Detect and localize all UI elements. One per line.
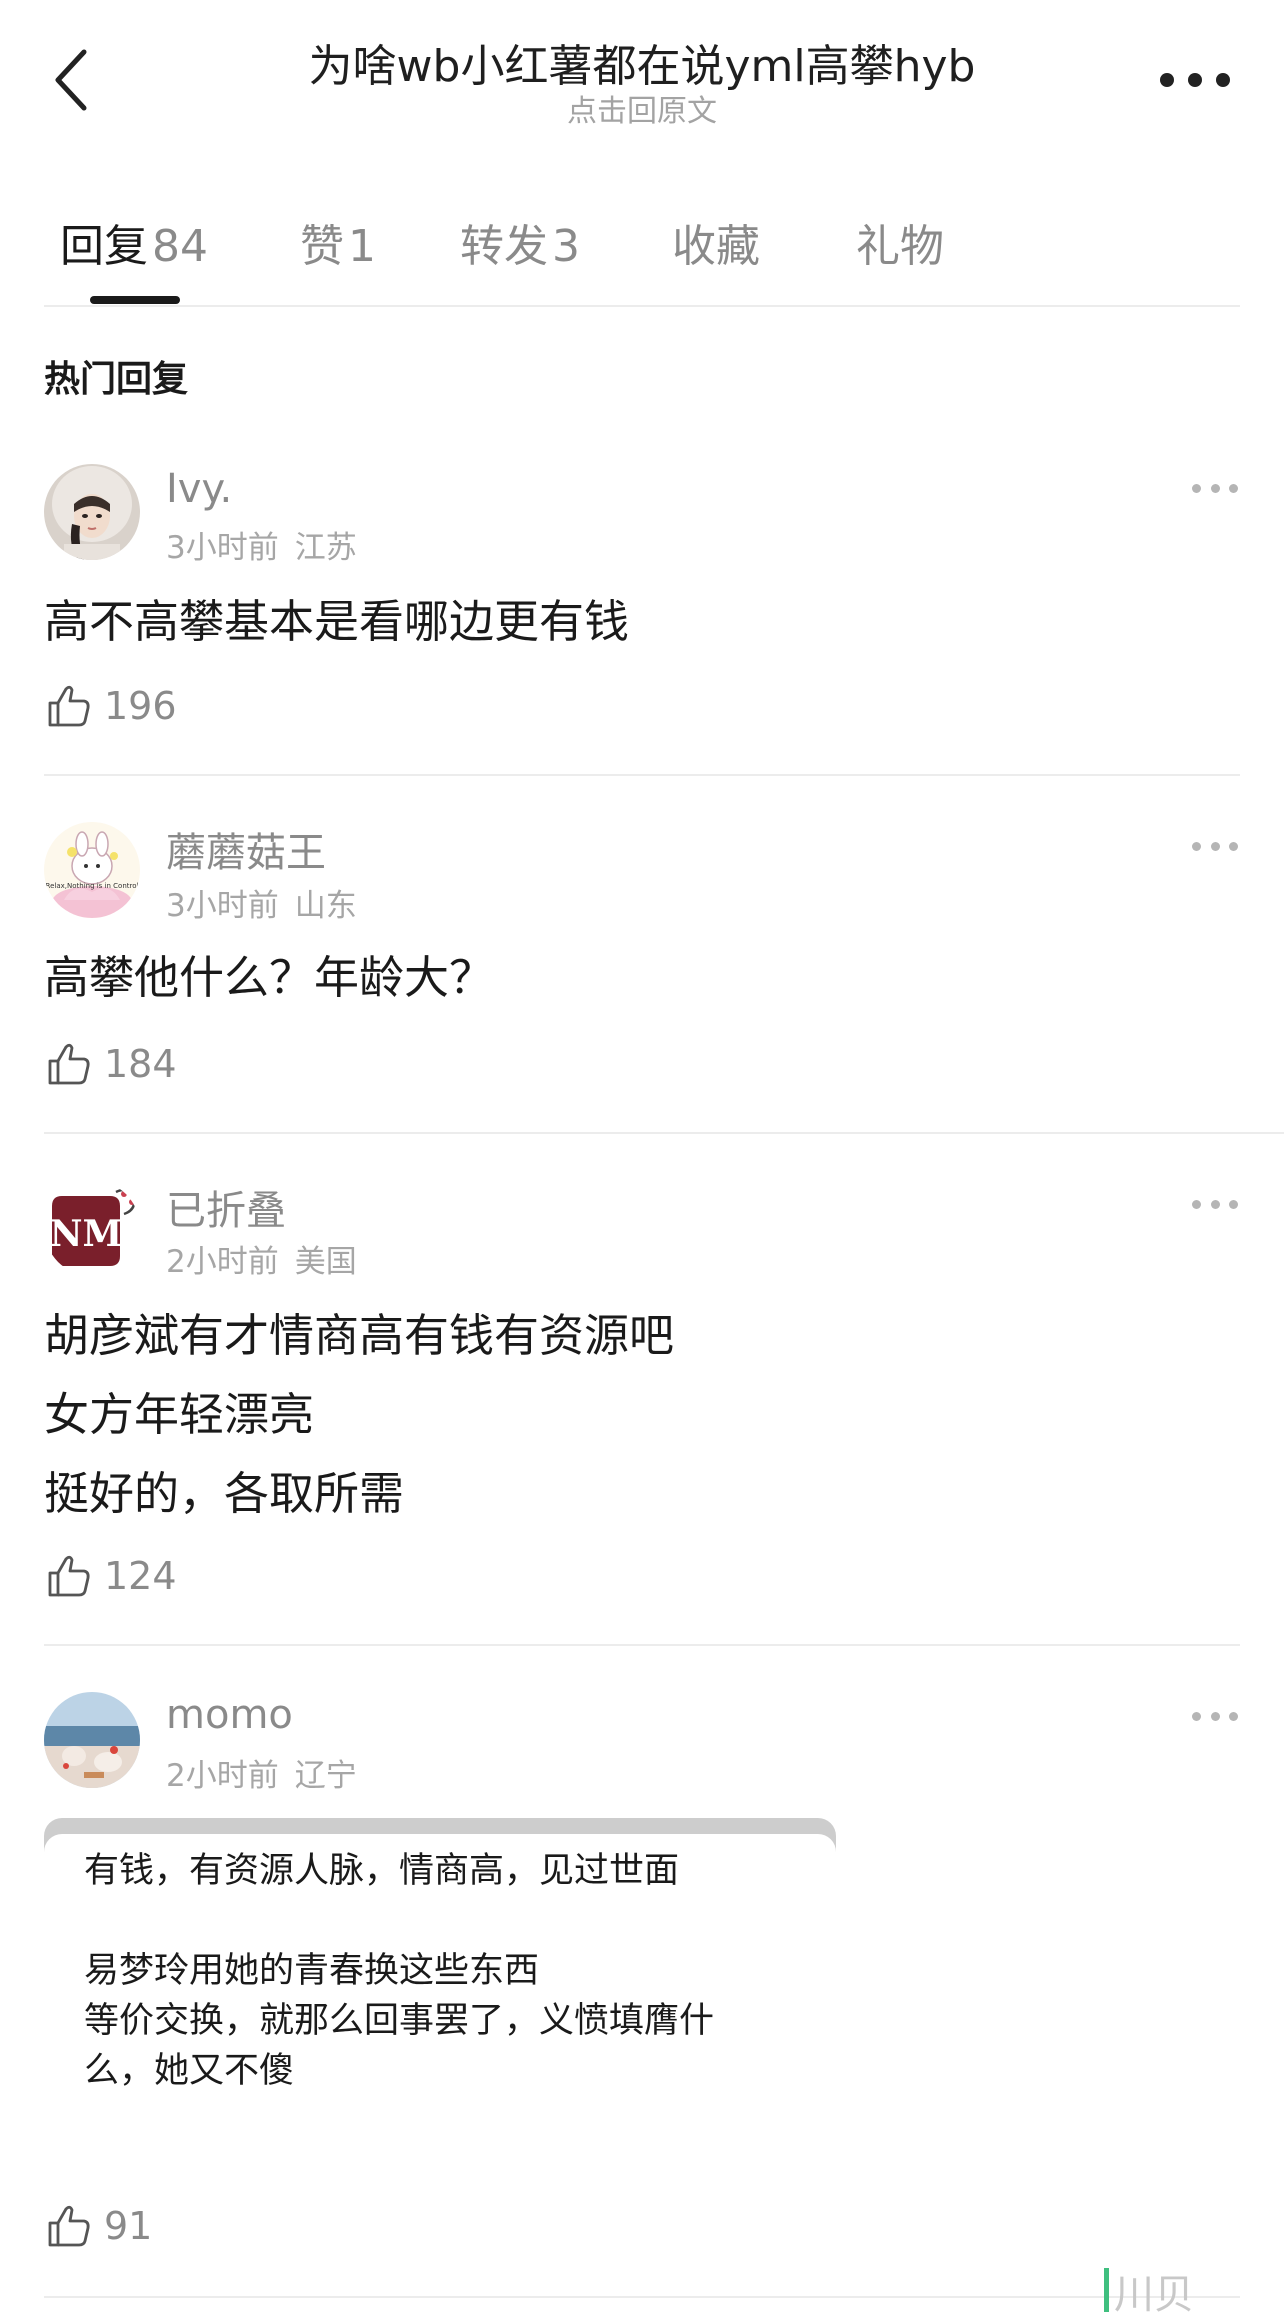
- quote-line: 易梦玲用她的青春换这些东西: [84, 1951, 540, 1991]
- avatar[interactable]: Relax,Nothing is in Control: [44, 822, 140, 918]
- like-button[interactable]: 91: [44, 2198, 152, 2254]
- comment-time: 2小时前: [166, 1758, 279, 1794]
- divider: [44, 1644, 1240, 1646]
- tab-reposts[interactable]: 转发3: [460, 210, 580, 274]
- thumbs-up-icon: [48, 685, 90, 727]
- dot-icon: [1160, 73, 1174, 87]
- card-body: 有钱，有资源人脉，情商高，见过世面 易梦玲用她的青春换这些东西 等价交换，就那么…: [44, 1834, 836, 2158]
- comment-text-line: 胡彦斌有才情商高有钱有资源吧: [44, 1309, 675, 1362]
- like-count: 196: [104, 684, 177, 728]
- divider: [44, 305, 1240, 307]
- comment-more-button[interactable]: [1192, 1706, 1238, 1726]
- view-original-link[interactable]: 点击回原文: [180, 86, 1104, 130]
- avatar[interactable]: [44, 1692, 140, 1788]
- comment-text-line: 女方年轻漂亮: [44, 1388, 315, 1441]
- tab-label: 转发: [460, 221, 548, 272]
- tab-gifts[interactable]: 礼物: [856, 210, 944, 274]
- thumbs-up-icon: [48, 1043, 90, 1085]
- avatar[interactable]: [44, 464, 140, 560]
- divider: [44, 774, 1240, 776]
- like-button[interactable]: 196: [44, 678, 177, 734]
- quote-line: 么，她又不傻: [84, 2051, 295, 2091]
- like-count: 184: [104, 1042, 177, 1086]
- tab-label: 回复: [60, 221, 148, 272]
- chevron-left-icon: [55, 49, 87, 111]
- comment-text-line: 挺好的，各取所需: [44, 1467, 405, 1520]
- quote-line: 有钱，有资源人脉，情商高，见过世面: [84, 1851, 680, 1891]
- dot-icon: [1192, 841, 1201, 851]
- dot-icon: [1210, 483, 1220, 493]
- comment-meta: 3小时前 江苏: [166, 522, 357, 567]
- section-title: 热门回复: [44, 359, 189, 400]
- tab-label: 收藏: [672, 221, 760, 272]
- cartoon-rabbit-avatar-icon: Relax,Nothing is in Control: [44, 822, 140, 918]
- thumbs-up-icon: [48, 1555, 90, 1597]
- seaside-photo-avatar-icon: [44, 1692, 140, 1788]
- dot-icon: [1229, 1199, 1238, 1209]
- nm-logo-avatar-icon: NM: [44, 1180, 140, 1276]
- dot-icon: [1192, 483, 1201, 493]
- tab-count: 1: [348, 221, 376, 272]
- dot-icon: [1188, 73, 1202, 87]
- comment-meta: 3小时前 山东: [166, 880, 357, 925]
- username[interactable]: 蘑蘑菇王: [166, 820, 326, 878]
- comment-location: 辽宁: [294, 1758, 357, 1794]
- top-bar: 为啥wb小红薯都在说yml高攀hyb 点击回原文: [0, 0, 1284, 140]
- like-button[interactable]: 184: [44, 1036, 177, 1092]
- avatar-caption: Relax,Nothing is in Control: [46, 882, 139, 890]
- comment-time: 2小时前: [166, 1244, 279, 1280]
- quoted-image-card[interactable]: 有钱，有资源人脉，情商高，见过世面 易梦玲用她的青春换这些东西 等价交换，就那么…: [44, 1818, 836, 2158]
- comment-time: 3小时前: [166, 888, 279, 924]
- tab-label: 礼物: [856, 221, 944, 272]
- comment-more-button[interactable]: [1192, 478, 1238, 498]
- dot-icon: [1216, 73, 1230, 87]
- comment-more-button[interactable]: [1192, 1194, 1238, 1214]
- comment-location: 美国: [294, 1244, 357, 1280]
- tab-bar: 回复84 赞1 转发3 收藏 礼物: [0, 200, 1284, 306]
- girl-hooded-avatar-icon: [44, 464, 140, 560]
- back-button[interactable]: [40, 40, 100, 120]
- tab-count: 3: [552, 221, 580, 272]
- dot-icon: [1210, 841, 1220, 851]
- like-count: 91: [104, 2204, 153, 2248]
- dot-icon: [1229, 1711, 1238, 1721]
- quote-line: 等价交换，就那么回事罢了，义愤填膺什: [84, 2001, 715, 2041]
- page-title[interactable]: 为啥wb小红薯都在说yml高攀hyb: [180, 30, 1104, 94]
- comment-text: 高不高攀基本是看哪边更有钱: [44, 595, 630, 648]
- divider: [44, 2296, 1240, 2298]
- comment-location: 山东: [294, 888, 357, 924]
- thumbs-up-icon: [48, 2205, 90, 2247]
- watermark-logo: 川贝: [1104, 2268, 1194, 2318]
- dot-icon: [1192, 1711, 1201, 1721]
- username[interactable]: momo: [166, 1692, 293, 1738]
- tab-replies[interactable]: 回复84: [60, 210, 208, 274]
- dot-icon: [1210, 1199, 1220, 1209]
- divider: [44, 1132, 1284, 1134]
- username[interactable]: Ivy.: [166, 466, 232, 512]
- tab-label: 赞: [300, 221, 344, 272]
- comment-meta: 2小时前 辽宁: [166, 1750, 357, 1795]
- watermark-text: 川贝: [1114, 2272, 1194, 2318]
- dot-icon: [1229, 483, 1238, 493]
- avatar-logo-text: NM: [50, 1213, 123, 1255]
- comment-more-button[interactable]: [1192, 836, 1238, 856]
- dot-icon: [1192, 1199, 1201, 1209]
- tab-count: 84: [152, 221, 208, 272]
- avatar[interactable]: NM: [44, 1180, 140, 1276]
- tab-favorites[interactable]: 收藏: [672, 210, 760, 274]
- comment-location: 江苏: [294, 530, 357, 566]
- like-button[interactable]: 124: [44, 1548, 177, 1604]
- like-count: 124: [104, 1554, 177, 1598]
- active-tab-indicator: [90, 296, 180, 304]
- comment-meta: 2小时前 美国: [166, 1236, 357, 1281]
- tab-likes[interactable]: 赞1: [300, 210, 376, 274]
- comment-time: 3小时前: [166, 530, 279, 566]
- dot-icon: [1210, 1711, 1220, 1721]
- dot-icon: [1229, 841, 1238, 851]
- username[interactable]: 已折叠: [166, 1178, 286, 1236]
- comment-text: 高攀他什么？年龄大？: [44, 951, 495, 1004]
- more-options-button[interactable]: [1160, 60, 1230, 100]
